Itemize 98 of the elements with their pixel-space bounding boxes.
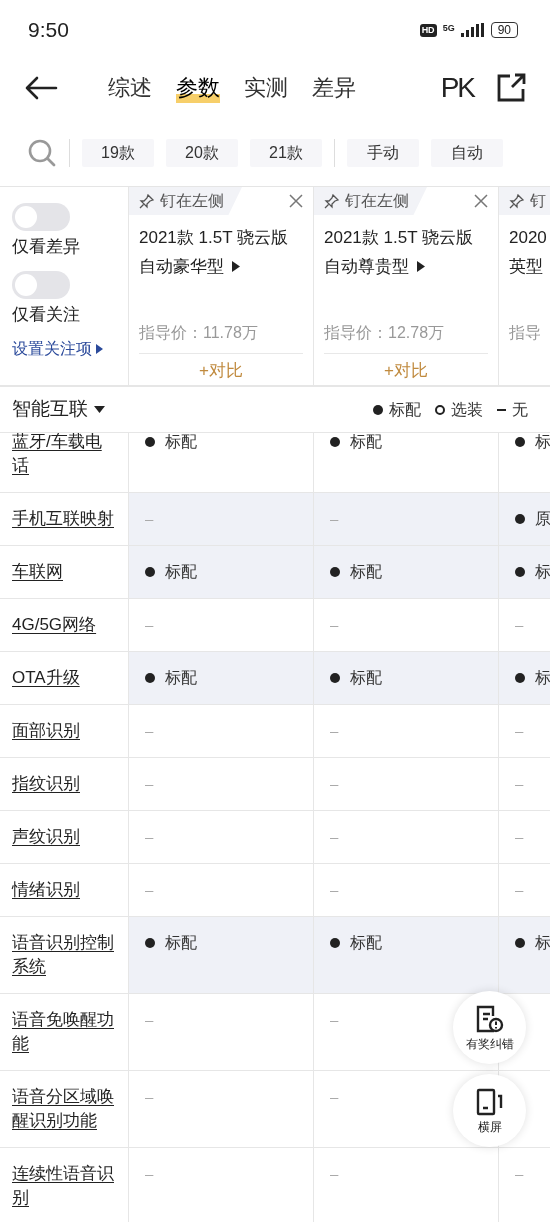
none-mark: – [145, 1087, 154, 1107]
document-alert-icon [474, 1004, 505, 1033]
none-mark: – [145, 615, 154, 635]
none-mark: – [145, 827, 154, 847]
parameter-link[interactable]: 4G/5G网络 [12, 613, 115, 637]
network-label: 5G [442, 24, 455, 33]
value-text: 标配 [165, 668, 197, 688]
value-text: 标配 [350, 933, 382, 953]
guide-price: 指导价：12.78万 [323, 323, 446, 343]
none-mark: – [145, 721, 154, 741]
none-mark: – [330, 1010, 339, 1030]
section-title[interactable]: 智能互联 [12, 395, 88, 424]
none-mark: – [145, 774, 154, 794]
parameter-link[interactable]: 面部识别 [12, 719, 115, 743]
back-icon [24, 76, 58, 100]
legend-label: 选装 [451, 399, 483, 420]
car-title[interactable]: 自动尊贵型 [324, 252, 409, 281]
value-text: 标配 [165, 562, 197, 582]
value-text: 标 [535, 433, 550, 452]
car-title[interactable]: 自动豪华型 [139, 252, 224, 281]
none-mark: – [330, 1087, 339, 1107]
value-text: 标配 [350, 562, 382, 582]
ring-icon [435, 404, 445, 415]
value-text: 标 [535, 562, 550, 582]
none-mark: – [330, 880, 339, 900]
legend-label: 标配 [389, 399, 421, 420]
battery-indicator: 90 [490, 22, 518, 38]
pin-icon [509, 193, 524, 209]
nav-tab[interactable]: 差异 [312, 73, 356, 103]
toggle-switch[interactable] [12, 271, 70, 299]
guide-price: 指导 [508, 323, 542, 343]
caret-icon [96, 344, 103, 354]
none-mark: – [515, 615, 524, 635]
value-text: 标配 [165, 933, 197, 953]
none-mark: – [330, 774, 339, 794]
hd-badge: HD [419, 23, 437, 37]
pk-button[interactable]: PK [440, 67, 474, 109]
car-title[interactable]: 2021款 1.5T 骁云版 [324, 223, 473, 252]
parameter-link[interactable]: 语音免唤醒功能 [12, 1008, 115, 1056]
none-mark: – [330, 827, 339, 847]
none-mark: – [145, 1010, 154, 1030]
filter-chip[interactable]: 自动 [431, 139, 503, 167]
legend-label: 无 [512, 399, 528, 420]
close-icon [289, 194, 303, 208]
car-title[interactable]: 2020 [509, 223, 547, 252]
toggle-label: 仅看差异 [12, 236, 81, 258]
value-text: 标配 [350, 668, 382, 688]
parameter-link[interactable]: 指纹识别 [12, 772, 115, 796]
pin-icon [139, 193, 154, 209]
nav-tab[interactable]: 参数 [176, 73, 220, 103]
pin-icon [324, 193, 339, 209]
settings-link[interactable]: 设置关注项 [12, 337, 92, 361]
none-mark: – [330, 1164, 339, 1184]
car-title[interactable]: 2021款 1.5T 骁云版 [139, 223, 288, 252]
parameter-link[interactable]: 语音分区域唤醒识别功能 [12, 1085, 115, 1133]
status-time: 9:50 [28, 17, 69, 44]
none-mark: – [145, 880, 154, 900]
pin-tab[interactable]: 钉在左侧 [129, 187, 242, 215]
filter-chip[interactable]: 20款 [166, 139, 238, 167]
value-text: 原 [535, 509, 550, 529]
toggle-switch[interactable] [12, 203, 70, 231]
none-mark: – [515, 774, 524, 794]
rotate-screen-icon [474, 1087, 505, 1116]
none-mark: – [330, 615, 339, 635]
none-mark: – [145, 1164, 154, 1184]
guide-price: 指导价：11.78万 [138, 323, 259, 343]
nav-tab[interactable]: 综述 [108, 73, 152, 103]
none-mark: – [330, 509, 339, 529]
value-text: 标 [535, 668, 550, 688]
search-icon [27, 138, 57, 168]
car-title[interactable]: 英型 [509, 252, 543, 281]
none-mark: – [145, 509, 154, 529]
toggle-label: 仅看关注 [12, 304, 81, 326]
nav-tab[interactable]: 实测 [244, 73, 288, 103]
dash-icon [497, 408, 506, 411]
parameter-link[interactable]: 连续性语音识别 [12, 1162, 115, 1210]
none-mark: – [515, 721, 524, 741]
dropdown-icon [94, 405, 105, 414]
none-mark: – [515, 827, 524, 847]
value-text: 标配 [165, 433, 197, 452]
filter-chip[interactable]: 19款 [82, 139, 154, 167]
pin-tab[interactable]: 钉 [499, 187, 550, 215]
parameter-link[interactable]: 情绪识别 [12, 878, 115, 902]
caret-icon [232, 261, 240, 272]
none-mark: – [330, 721, 339, 741]
value-text: 标配 [350, 433, 382, 452]
filter-chip[interactable]: 手动 [347, 139, 419, 167]
edit-icon[interactable] [496, 73, 526, 103]
close-icon [474, 194, 488, 208]
signal-icon [460, 23, 485, 37]
none-mark: – [515, 1164, 524, 1184]
parameter-link[interactable]: 蓝牙/车载电话 [12, 433, 115, 478]
filter-chip[interactable]: 21款 [250, 139, 322, 167]
parameter-link[interactable]: 声纹识别 [12, 825, 115, 849]
value-text: 标 [535, 933, 550, 953]
pin-tab[interactable]: 钉在左侧 [314, 187, 427, 215]
caret-icon [417, 261, 425, 272]
none-mark: – [515, 880, 524, 900]
